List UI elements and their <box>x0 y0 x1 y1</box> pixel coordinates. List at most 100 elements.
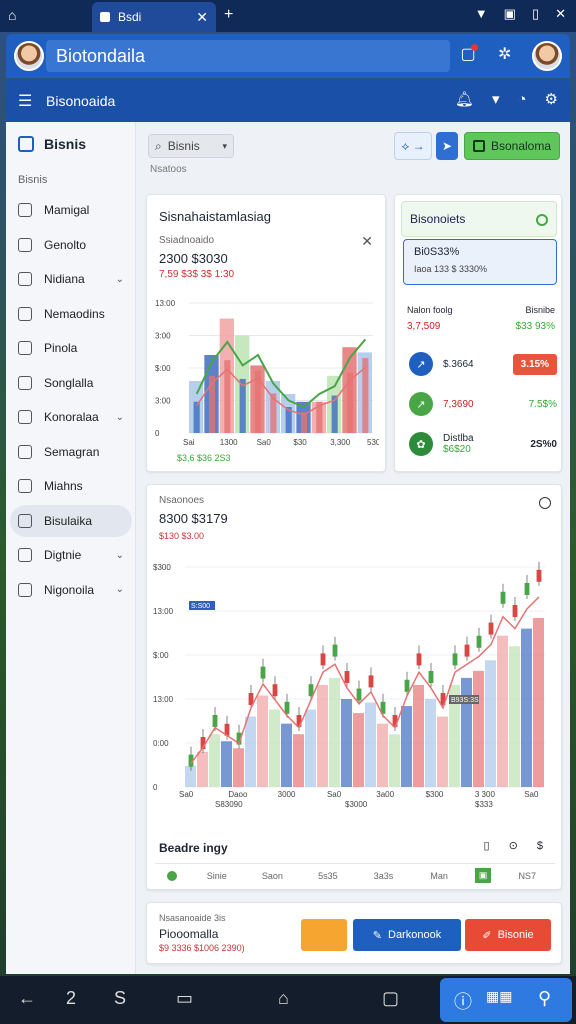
x-tick-label: S83090 <box>215 800 243 809</box>
sidebar-item[interactable]: Genolto <box>10 229 132 261</box>
x-tick-label: Sa0 <box>257 438 272 447</box>
dashboard-icon[interactable]: ◔ <box>517 91 526 108</box>
y-tick-label: 0:00 <box>153 739 169 748</box>
app-title: Biotondaila <box>46 40 450 72</box>
sidebar-item[interactable]: Pinola <box>10 332 132 364</box>
bar <box>365 702 376 787</box>
sidebar-header[interactable]: Bisnis <box>18 136 86 152</box>
share-button[interactable]: ⟡ → <box>394 132 432 160</box>
back-icon[interactable]: ← <box>18 988 36 1009</box>
y-tick-label: $:00 <box>155 364 171 373</box>
new-tab-icon[interactable]: + <box>224 6 233 24</box>
clock-icon[interactable] <box>539 497 551 509</box>
bar <box>533 618 544 787</box>
avatar[interactable] <box>14 41 44 71</box>
chevron-down-icon: ⌄ <box>115 584 124 595</box>
num-icon[interactable]: 2 <box>66 988 76 1009</box>
notification-icon[interactable]: ▢ <box>456 44 480 68</box>
puzzle-icon[interactable]: ✲ <box>498 44 511 64</box>
sidebar-item[interactable]: Semagran <box>10 436 132 468</box>
primary-button[interactable]: Bsonaloma <box>464 132 560 160</box>
stat-value: 3,7,509 <box>407 321 441 332</box>
x-tick-label: 3000 <box>278 790 296 799</box>
x-tick-label: 3a00 <box>376 790 394 799</box>
highlight-box[interactable]: Bi0S33% Iaoa 133 $ 3330% <box>403 239 557 285</box>
tab[interactable]: 3a3s <box>356 871 412 881</box>
globe-icon: ✿ <box>409 432 433 456</box>
stat-value: 7.5$% <box>528 398 557 410</box>
home-icon[interactable]: ⌂ <box>8 7 16 23</box>
darkmode-button[interactable]: ✎ Darkonook <box>353 919 461 951</box>
x-tick-label: Daoo <box>228 790 248 799</box>
candle-body <box>272 684 278 697</box>
sidebar-item-label: Songlalla <box>44 375 94 390</box>
chart-legend: $3,6 $36 2S3 <box>177 453 231 463</box>
tab[interactable]: Saon <box>245 871 301 881</box>
tab-badge[interactable]: ▣ <box>474 868 492 883</box>
tab-selected-icon[interactable] <box>167 870 177 881</box>
candle-body <box>488 622 494 635</box>
box-subtitle: Iaoa 133 $ 3330% <box>414 264 488 274</box>
chevron-down-icon[interactable]: ▾ <box>492 90 500 108</box>
x-tick-label: 5300 <box>367 438 379 447</box>
stat-row[interactable]: ↗ $.3664 3.15% <box>409 351 557 377</box>
stats-values-row: 3,7,509 $33 93% <box>407 321 555 332</box>
y-tick-label: 0 <box>153 783 158 792</box>
close-icon[interactable]: ✕ <box>555 6 566 22</box>
sidebar-item[interactable]: Konoralaa ⌄ <box>10 401 132 433</box>
stat-row[interactable]: ↗ 7,3690 7.5$% <box>409 391 557 417</box>
close-icon[interactable]: ✕ <box>361 233 373 250</box>
card-subtitle: Ssiadnoaido <box>159 235 215 246</box>
candle-body <box>212 715 218 727</box>
tab[interactable]: Sinie <box>189 871 245 881</box>
wifi-icon: ▼ <box>474 6 488 21</box>
avatar-right[interactable] <box>532 41 562 71</box>
candle-body <box>404 679 410 692</box>
card-value: 2300 $3030 <box>159 251 228 266</box>
tab[interactable]: 5s35 <box>300 871 356 881</box>
sidebar-item-icon <box>18 341 32 355</box>
info-icon[interactable]: ⓘ <box>454 988 472 1014</box>
search-input[interactable]: ⌕ Bisnis ▾ <box>148 134 234 158</box>
bar <box>239 378 246 433</box>
candle-body <box>344 671 350 683</box>
bar <box>401 706 412 787</box>
recents-icon[interactable]: ▢ <box>382 988 399 1009</box>
card-delta: 7,59 $3$ 3$ 1:30 <box>159 269 235 280</box>
sidebar-header-label: Bisnis <box>44 136 87 152</box>
settings-icon[interactable]: ⚙ <box>545 90 558 108</box>
apps-icon[interactable]: ▦▦ <box>486 988 512 1005</box>
home-icon[interactable]: ⌂ <box>278 988 289 1009</box>
arrow-button[interactable]: ➤ <box>436 132 458 160</box>
orange-button[interactable] <box>301 919 347 951</box>
refresh-icon[interactable] <box>536 214 548 226</box>
close-tab-icon[interactable]: ✕ <box>196 9 208 26</box>
sidebar-item-icon <box>18 375 32 390</box>
menu-icon[interactable]: ☰ <box>18 91 32 111</box>
bell-icon[interactable]: 🔔︎ <box>455 90 474 108</box>
red-button[interactable]: ✐ Bisonie <box>465 919 551 951</box>
window-icon[interactable]: ▭ <box>176 988 193 1009</box>
sidebar-item[interactable]: Nigonoila ⌄ <box>10 574 132 606</box>
tab[interactable]: NS7 <box>499 871 555 881</box>
sidebar-item[interactable]: Songlalla <box>10 367 132 399</box>
y-tick-label: $300 <box>153 563 171 572</box>
sidebar-item[interactable]: Miahns <box>10 470 132 502</box>
sidebar-item[interactable]: Digtnie ⌄ <box>10 539 132 571</box>
stat-row[interactable]: ✿ Distlba $6$20 2S%0 <box>409 431 557 457</box>
tab[interactable]: Man <box>411 871 467 881</box>
x-tick-label: 3 300 <box>475 790 496 799</box>
s-icon[interactable]: S <box>114 988 126 1009</box>
sidebar-item[interactable]: Nidiana ⌄ <box>10 263 132 295</box>
candle-body <box>284 701 290 714</box>
browser-tab[interactable]: Bsdi ✕ <box>92 2 216 32</box>
sidebar-item[interactable]: Bisulaika <box>10 504 132 537</box>
section-actions[interactable]: ▯ ⊙ $ <box>484 839 552 852</box>
sidebar-item[interactable]: Nemaodins <box>10 298 132 330</box>
sidebar-item-label: Mamigal <box>44 203 90 217</box>
card-title: Sisnahaistamlasiag <box>159 209 272 224</box>
sidebar-item[interactable]: Mamigal <box>10 194 132 226</box>
user-icon[interactable]: ⚲ <box>538 988 551 1009</box>
x-tick-label: $3000 <box>345 800 368 809</box>
sidebar-item-icon <box>18 203 32 217</box>
